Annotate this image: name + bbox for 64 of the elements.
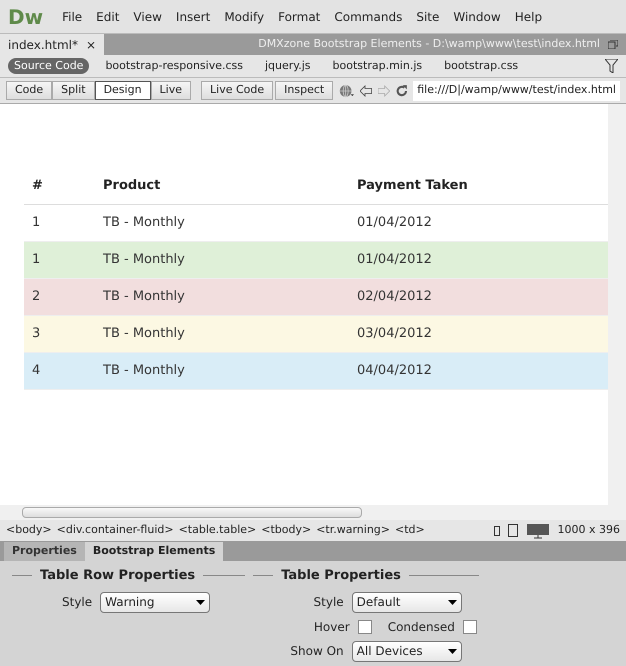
table-cell-text: 4: [31, 362, 42, 380]
tag-link[interactable]: <tr.warning>: [316, 522, 390, 539]
column-header: Payment Taken: [356, 177, 469, 196]
section-title: Table Row Properties: [40, 567, 196, 585]
table-cell-text: TB - Monthly: [102, 362, 186, 380]
menu-item[interactable]: Site: [409, 8, 446, 26]
tag-link[interactable]: <div.container-fluid>: [56, 522, 174, 539]
view-button[interactable]: Live: [150, 81, 192, 100]
column-header: #: [31, 177, 44, 196]
field-label: Show On: [289, 643, 344, 660]
toolbar-button[interactable]: Inspect: [275, 81, 334, 100]
checkbox-label: Hover: [314, 618, 350, 636]
table-cell-text: 01/04/2012: [356, 214, 433, 232]
table-cell-text: TB - Monthly: [102, 214, 186, 232]
menu-item[interactable]: Help: [508, 8, 550, 26]
tag-link[interactable]: <table.table>: [178, 522, 256, 539]
table-cell-text: TB - Monthly: [102, 325, 186, 344]
panel-tab[interactable]: Bootstrap Elements: [84, 542, 224, 561]
toolbar-button[interactable]: Live Code: [201, 81, 274, 100]
table-cell-text: 03/04/2012: [356, 325, 433, 344]
document-tab[interactable]: index.html* ×: [0, 34, 104, 55]
dropdown[interactable]: Warning: [100, 592, 210, 612]
tag-link[interactable]: <td>: [395, 522, 425, 539]
menu-item[interactable]: Edit: [89, 8, 126, 26]
menu-item[interactable]: View: [126, 8, 169, 26]
table-cell-text: 3: [31, 325, 42, 344]
menu-item[interactable]: File: [55, 8, 90, 26]
related-file[interactable]: jquery.js: [259, 58, 317, 74]
menu-item[interactable]: Commands: [327, 8, 410, 26]
table-cell-text: 04/04/2012: [356, 362, 433, 380]
window-size: 1000 x 396: [558, 522, 620, 538]
menu-item[interactable]: Modify: [217, 8, 272, 26]
table-cell-text: 2: [31, 288, 42, 306]
section-title: Table Properties: [281, 567, 401, 585]
panel-tab[interactable]: Properties: [4, 542, 85, 561]
field-label: Style: [312, 594, 344, 611]
related-file[interactable]: Source Code: [8, 58, 90, 74]
close-button[interactable]: ×: [86, 36, 96, 54]
menu-item[interactable]: Format: [271, 8, 328, 26]
column-header: Product: [102, 177, 162, 196]
table-cell-text: 02/04/2012: [356, 288, 433, 306]
view-button[interactable]: Code: [6, 81, 52, 100]
related-file[interactable]: bootstrap.css: [438, 58, 524, 74]
tag-link[interactable]: <tbody>: [261, 522, 312, 539]
menu-item[interactable]: Insert: [168, 8, 218, 26]
view-button[interactable]: Design: [94, 81, 151, 100]
view-button[interactable]: Split: [52, 81, 95, 100]
field-label: Style: [62, 594, 92, 611]
dropdown[interactable]: Default: [352, 592, 462, 612]
checkbox-label: Condensed: [388, 618, 455, 636]
tag-link[interactable]: <body>: [6, 522, 52, 539]
dropdown[interactable]: All Devices: [352, 640, 462, 662]
address-field[interactable]: file:///D|/wamp/www/test/index.html: [413, 80, 620, 100]
document-title: DMXzone Bootstrap Elements - D:\wamp\www\test\index.html: [257, 36, 601, 52]
menu-item[interactable]: Window: [446, 8, 508, 26]
table-cell-text: 01/04/2012: [356, 251, 433, 270]
related-file[interactable]: bootstrap.min.js: [326, 58, 428, 74]
table-cell-text: 1: [31, 214, 42, 232]
table-cell-text: TB - Monthly: [102, 251, 186, 270]
app-logo: Dw: [8, 4, 44, 30]
tab-label: index.html*: [8, 36, 78, 54]
related-file[interactable]: bootstrap-responsive.css: [99, 58, 249, 74]
table-cell-text: TB - Monthly: [102, 288, 186, 306]
table-cell-text: 1: [31, 251, 42, 270]
